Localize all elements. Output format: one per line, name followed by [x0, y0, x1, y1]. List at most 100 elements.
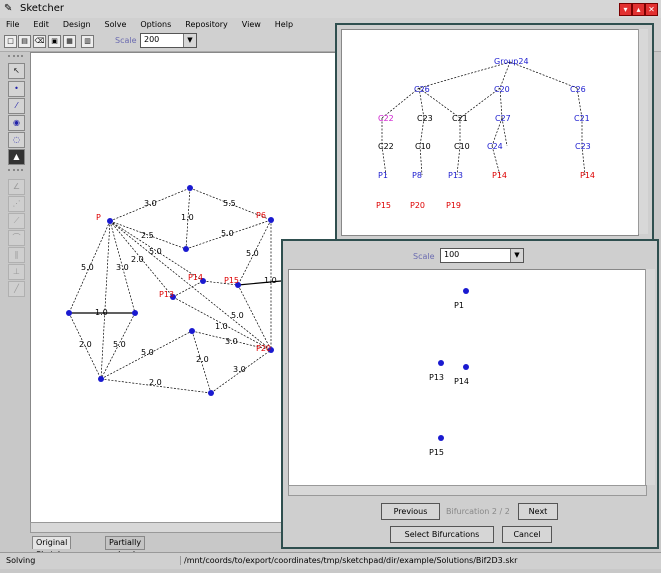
tree-node[interactable]: C21 — [452, 114, 468, 123]
menu-view[interactable]: View — [242, 20, 261, 29]
tree-node[interactable]: C10 — [415, 142, 431, 151]
bif-point-label: P14 — [454, 377, 470, 386]
tree-leaf[interactable]: P8 — [412, 171, 422, 180]
tree-node[interactable]: C24 — [487, 142, 503, 151]
tree-node[interactable]: C20 — [494, 85, 510, 94]
edge-label: 2.0 — [79, 340, 92, 349]
line-constraint-icon[interactable]: ╱ — [8, 281, 25, 297]
tree-leaf[interactable]: P1 — [378, 171, 388, 180]
menu-file[interactable]: File — [6, 20, 19, 29]
bif-scale-value: 100 — [444, 250, 460, 259]
tree-leaf[interactable]: P20 — [410, 201, 425, 210]
menu-repository[interactable]: Repository — [185, 20, 228, 29]
next-button[interactable]: Next — [518, 503, 558, 520]
select-tool-icon[interactable]: ↖ — [8, 63, 25, 79]
tab-partially-solved-sketch[interactable]: Partially solved sketch — [105, 536, 146, 571]
bifurcation-status: Bifurcation 2 / 2 — [446, 507, 510, 516]
edge-label: 1.0 — [181, 213, 194, 222]
tree-leaf[interactable]: P14 — [580, 171, 595, 180]
bif-horizontal-scrollbar[interactable] — [288, 485, 647, 496]
bifurcation-canvas[interactable]: P1 P13 P14 P15 — [288, 269, 647, 487]
edge-label: 1.0 — [264, 276, 277, 285]
perpendicular-constraint-icon[interactable]: ⊥ — [8, 264, 25, 280]
tree-node[interactable]: C23 — [575, 142, 591, 151]
edge-label: 2.0 — [196, 355, 209, 364]
menu-help[interactable]: Help — [275, 20, 293, 29]
edge-label: 1.0 — [215, 322, 228, 331]
edge-label: 5.0 — [221, 229, 234, 238]
angle-constraint-icon[interactable]: ∠ — [8, 179, 25, 195]
status-bar: Solving /mnt/coords/to/export/coordinate… — [0, 552, 661, 569]
tree-node[interactable]: C10 — [454, 142, 470, 151]
scale-label: Scale — [115, 36, 137, 45]
menu-design[interactable]: Design — [63, 20, 91, 29]
edge-label: 2.0 — [131, 255, 144, 264]
bif-point-label: P15 — [429, 448, 445, 457]
menu-options[interactable]: Options — [140, 20, 171, 29]
open-file-icon[interactable]: ▤ — [18, 35, 31, 48]
edge-label: 5.0 — [113, 340, 126, 349]
title-bar: ✎ Sketcher ▾ ▴ ✕ — [0, 0, 661, 19]
tree-node[interactable]: C22 — [378, 114, 394, 123]
select-bifurcations-button[interactable]: Select Bifurcations — [390, 526, 494, 543]
image-tool-icon[interactable]: ▲ — [8, 149, 25, 165]
tree-leaf[interactable]: P15 — [376, 201, 391, 210]
line-tool-icon[interactable]: ⁄ — [8, 98, 25, 114]
distance-constraint-icon[interactable]: ⋰ — [8, 196, 25, 212]
tree-canvas[interactable]: Group24 C26 C20 C26 C22 C23 C21 C27 C21 … — [341, 29, 639, 236]
edge-label: 3.0 — [233, 365, 246, 374]
tangent-constraint-icon[interactable]: ⌒ — [8, 230, 25, 246]
tree-leaf[interactable]: P14 — [492, 171, 507, 180]
chevron-down-icon[interactable]: ▼ — [510, 249, 523, 262]
menu-edit[interactable]: Edit — [33, 20, 49, 29]
edge-label: 5.0 — [246, 249, 259, 258]
edge-label: 2.5 — [141, 231, 154, 240]
tree-node[interactable]: C22 — [378, 142, 394, 151]
cancel-button[interactable]: Cancel — [502, 526, 552, 543]
point-label: P — [96, 213, 101, 222]
save-as-icon[interactable]: ▦ — [63, 35, 76, 48]
edge-label: 3.0 — [225, 337, 238, 346]
previous-button[interactable]: Previous — [381, 503, 440, 520]
chevron-down-icon[interactable]: ▼ — [183, 34, 196, 47]
bif-vertical-scrollbar[interactable] — [645, 269, 655, 485]
incidence-constraint-icon[interactable]: ⟋ — [8, 213, 25, 229]
tree-vertical-scrollbar[interactable] — [638, 29, 648, 234]
circle-tool-icon[interactable]: ◉ — [8, 115, 25, 131]
point-label: P14 — [188, 273, 204, 282]
palette-grip-2[interactable] — [8, 169, 23, 175]
tree-node[interactable]: C26 — [570, 85, 586, 94]
point-tool-icon[interactable]: • — [8, 81, 25, 97]
menu-solve[interactable]: Solve — [105, 20, 127, 29]
maximize-button[interactable]: ▴ — [632, 3, 645, 16]
scale-combo[interactable]: 200 ▼ — [140, 33, 197, 48]
minimize-button[interactable]: ▾ — [619, 3, 632, 16]
parallel-constraint-icon[interactable]: ∥ — [8, 247, 25, 263]
edge-label: 5.0 — [141, 348, 154, 357]
save-icon[interactable]: ▣ — [48, 35, 61, 48]
tree-node[interactable]: C26 — [414, 85, 430, 94]
arc-tool-icon[interactable]: ◌ — [8, 132, 25, 148]
tree-node[interactable]: C21 — [574, 114, 590, 123]
export-icon[interactable]: ▥ — [81, 35, 94, 48]
edge-label: 5.0 — [231, 311, 244, 320]
tree-node[interactable]: C23 — [417, 114, 433, 123]
app-icon: ✎ — [4, 3, 13, 14]
bif-point-label: P1 — [454, 301, 464, 310]
tree-leaf[interactable]: P13 — [448, 171, 463, 180]
tree-node[interactable]: Group24 — [494, 57, 529, 66]
new-file-icon[interactable]: □ — [4, 35, 17, 48]
point-label: P6 — [256, 211, 266, 220]
close-button[interactable]: ✕ — [645, 3, 658, 16]
edge-label: 5.0 — [149, 247, 162, 256]
tab-original-sketch[interactable]: Original Sketch — [32, 536, 72, 559]
tree-window: Group24 C26 C20 C26 C22 C23 C21 C27 C21 … — [335, 23, 654, 241]
edge-label: 1.0 — [95, 308, 108, 317]
window-title: Sketcher — [20, 3, 64, 14]
status-path: /mnt/coords/to/export/coordinates/tmp/sk… — [180, 556, 654, 565]
tree-node[interactable]: C27 — [495, 114, 511, 123]
bif-scale-combo[interactable]: 100 ▼ — [440, 248, 524, 263]
close-file-icon[interactable]: ⌫ — [33, 35, 46, 48]
tree-leaf[interactable]: P19 — [446, 201, 461, 210]
palette-grip[interactable] — [8, 55, 23, 61]
